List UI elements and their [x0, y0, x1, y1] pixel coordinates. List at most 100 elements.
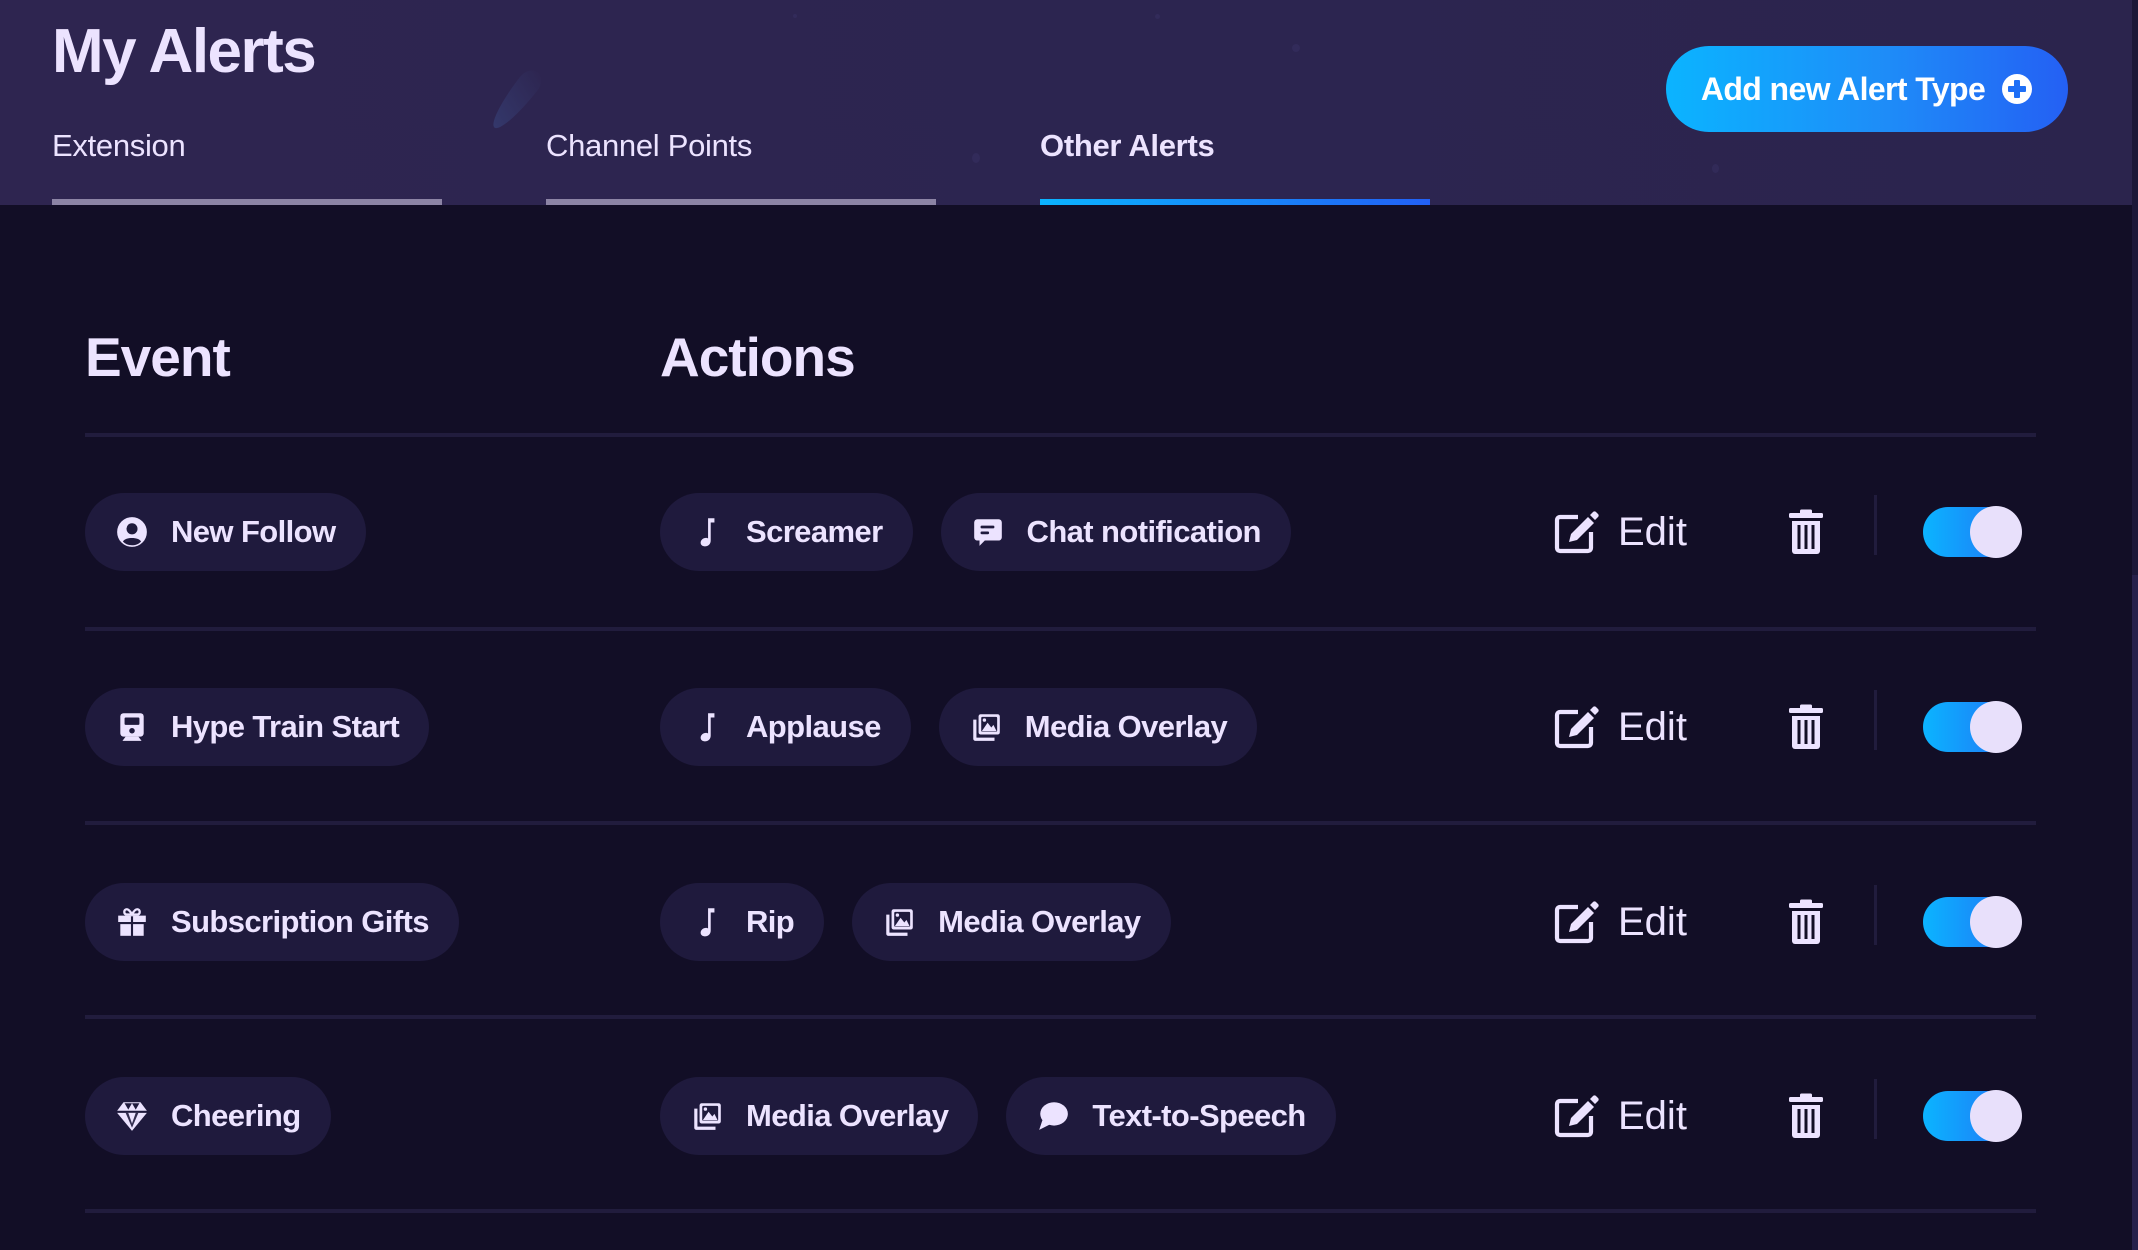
page-title: My Alerts: [52, 17, 317, 86]
tab-underline-active: [1040, 199, 1430, 205]
images-icon: [690, 1099, 724, 1133]
divider: [85, 627, 2036, 631]
edit-label: Edit: [1618, 509, 1687, 554]
images-icon: [882, 905, 916, 939]
edit-label: Edit: [1618, 1093, 1687, 1138]
action-label: Media Overlay: [1024, 709, 1228, 744]
edit-icon: [1552, 703, 1600, 751]
trash-icon: [1788, 509, 1824, 555]
delete-button[interactable]: [1786, 893, 1826, 951]
action-label: Chat notification: [1026, 514, 1262, 549]
scrollbar-thumb[interactable]: [2132, 575, 2138, 1250]
column-header-event: Event: [85, 326, 231, 388]
divider: [85, 821, 2036, 825]
vertical-separator: [1874, 495, 1877, 555]
event-label: Hype Train Start: [171, 709, 400, 744]
add-alert-type-button[interactable]: Add new Alert Type: [1666, 46, 2068, 132]
event-label: Subscription Gifts: [171, 904, 429, 939]
toggle-knob: [1970, 896, 2022, 948]
divider: [85, 1015, 2036, 1019]
trash-icon: [1788, 1093, 1824, 1139]
plus-circle-icon: [2002, 74, 2033, 104]
alert-row: Subscription Gifts Rip Media Overlay Edi…: [0, 883, 2132, 961]
action-label: Screamer: [746, 514, 883, 549]
delete-button[interactable]: [1786, 698, 1826, 756]
decorative-dot: [1155, 14, 1160, 19]
user-circle-icon: [115, 515, 149, 549]
action-chip: Applause: [660, 688, 911, 766]
add-button-label: Add new Alert Type: [1700, 70, 1986, 107]
enable-toggle[interactable]: [1923, 701, 2022, 753]
music-note-icon: [690, 905, 724, 939]
gift-icon: [115, 905, 149, 939]
enable-toggle[interactable]: [1923, 506, 2022, 558]
edit-button[interactable]: Edit: [1552, 895, 1687, 949]
edit-icon: [1552, 508, 1600, 556]
vertical-separator: [1874, 885, 1877, 945]
tab-label: Other Alerts: [1040, 128, 1215, 163]
images-icon: [969, 710, 1003, 744]
edit-icon: [1552, 898, 1600, 946]
tab-underline: [52, 199, 442, 205]
action-chip: Media Overlay: [938, 688, 1258, 766]
actions-list: Screamer Chat notification: [660, 493, 1291, 571]
action-chip: Media Overlay: [660, 1077, 979, 1155]
decorative-dot: [1712, 164, 1719, 173]
vertical-separator: [1874, 690, 1877, 750]
delete-button[interactable]: [1786, 1087, 1826, 1145]
event-chip: Cheering: [85, 1077, 331, 1155]
actions-list: Media Overlay Text-to-Speech: [660, 1077, 1336, 1155]
trash-icon: [1788, 899, 1824, 945]
toggle-knob: [1970, 506, 2022, 558]
train-icon: [115, 710, 149, 744]
tab-label: Extension: [52, 128, 186, 163]
gem-icon: [115, 1099, 149, 1133]
tab-label: Channel Points: [546, 128, 753, 163]
enable-toggle[interactable]: [1923, 1090, 2022, 1142]
decorative-dot: [1292, 44, 1300, 52]
alert-row: Cheering Media Overlay Text-to-Speech Ed…: [0, 1077, 2132, 1155]
edit-button[interactable]: Edit: [1552, 700, 1687, 754]
action-label: Applause: [746, 709, 881, 744]
alert-row: Hype Train Start Applause Media Overlay …: [0, 688, 2132, 766]
tab-other-alerts[interactable]: Other Alerts: [1040, 122, 1430, 205]
toggle-knob: [1970, 1090, 2022, 1142]
column-header-actions: Actions: [660, 326, 856, 388]
edit-button[interactable]: Edit: [1552, 1089, 1687, 1143]
divider: [85, 433, 2036, 437]
delete-button[interactable]: [1786, 503, 1826, 561]
edit-label: Edit: [1618, 704, 1687, 749]
action-chip: Chat notification: [940, 493, 1291, 571]
toggle-knob: [1970, 701, 2022, 753]
decorative-dot: [793, 14, 797, 18]
actions-list: Applause Media Overlay: [660, 688, 1258, 766]
action-label: Text-to-Speech: [1092, 1098, 1306, 1133]
tab-channel-points[interactable]: Channel Points: [546, 122, 936, 205]
edit-icon: [1552, 1092, 1600, 1140]
action-chip: Rip: [660, 883, 825, 961]
page-header: My Alerts Extension Channel Points Other…: [0, 0, 2132, 205]
tab-extension[interactable]: Extension: [52, 122, 442, 205]
speech-bubble-icon: [1036, 1099, 1070, 1133]
edit-label: Edit: [1618, 899, 1687, 944]
edit-button[interactable]: Edit: [1552, 505, 1687, 559]
alert-row: New Follow Screamer Chat notification Ed…: [0, 493, 2132, 571]
event-label: New Follow: [171, 514, 336, 549]
event-chip: New Follow: [85, 493, 366, 571]
tab-underline: [546, 199, 936, 205]
event-label: Cheering: [171, 1098, 301, 1133]
event-chip: Hype Train Start: [85, 688, 430, 766]
action-label: Media Overlay: [938, 904, 1141, 939]
tab-bar: Extension Channel Points Other Alerts: [0, 122, 1500, 205]
trash-icon: [1788, 704, 1824, 750]
music-note-icon: [690, 515, 724, 549]
action-chip: Text-to-Speech: [1006, 1077, 1336, 1155]
chat-message-icon: [971, 515, 1005, 549]
action-chip: Screamer: [660, 493, 913, 571]
divider: [85, 1209, 2036, 1213]
action-label: Rip: [746, 904, 795, 939]
event-chip: Subscription Gifts: [85, 883, 459, 961]
actions-list: Rip Media Overlay: [660, 883, 1171, 961]
enable-toggle[interactable]: [1923, 896, 2022, 948]
vertical-separator: [1874, 1079, 1877, 1139]
